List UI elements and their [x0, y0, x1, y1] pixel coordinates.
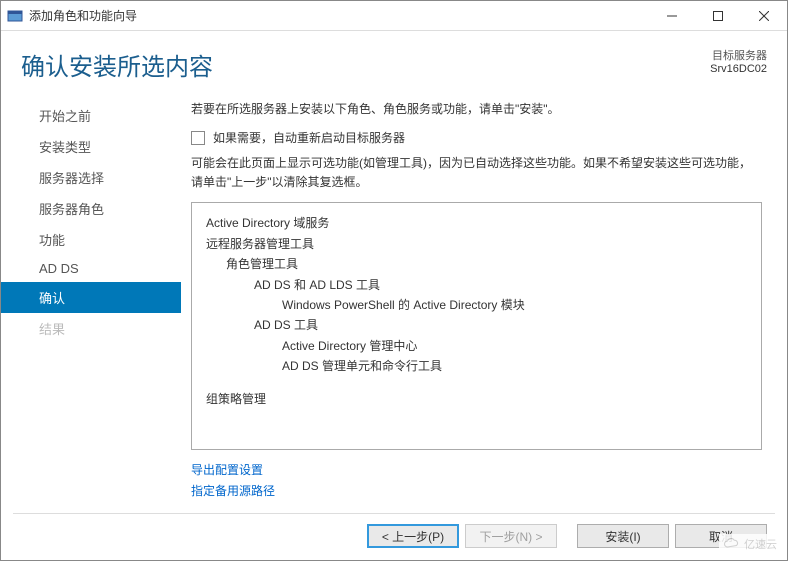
watermark: 亿速云	[719, 534, 781, 554]
install-button[interactable]: 安装(I)	[577, 524, 669, 548]
right-pane: 若要在所选服务器上安装以下角色、角色服务或功能，请单击"安装"。 如果需要，自动…	[181, 90, 787, 501]
feature-item: AD DS 和 AD LDS 工具	[206, 275, 747, 295]
feature-item: 组策略管理	[206, 389, 747, 409]
next-button: 下一步(N) >	[465, 524, 557, 548]
feature-item: Active Directory 管理中心	[206, 336, 747, 356]
page-title: 确认安装所选内容	[21, 47, 767, 82]
wizard-buttons: < 上一步(P) 下一步(N) > 安装(I) 取消	[367, 524, 767, 548]
titlebar: 添加角色和功能向导	[1, 1, 787, 31]
watermark-text: 亿速云	[744, 536, 777, 552]
features-list[interactable]: Active Directory 域服务 远程服务器管理工具 角色管理工具 AD…	[191, 202, 762, 450]
sidebar-item-server-select[interactable]: 服务器选择	[1, 162, 181, 193]
action-links: 导出配置设置 指定备用源路径	[191, 460, 762, 501]
app-icon	[7, 8, 23, 24]
spacer	[206, 377, 747, 389]
export-config-link[interactable]: 导出配置设置	[191, 460, 762, 480]
wizard-sidebar: 开始之前 安装类型 服务器选择 服务器角色 功能 AD DS 确认 结果	[1, 90, 181, 501]
sidebar-item-install-type[interactable]: 安装类型	[1, 131, 181, 162]
minimize-button[interactable]	[649, 1, 695, 31]
feature-item: Windows PowerShell 的 Active Directory 模块	[206, 295, 747, 315]
alt-source-link[interactable]: 指定备用源路径	[191, 481, 762, 501]
main-content: 开始之前 安装类型 服务器选择 服务器角色 功能 AD DS 确认 结果 若要在…	[1, 90, 787, 501]
restart-checkbox-label: 如果需要，自动重新启动目标服务器	[213, 129, 405, 146]
target-server-label: 目标服务器	[710, 47, 767, 63]
target-server-value: Srv16DC02	[710, 63, 767, 75]
sidebar-item-confirm[interactable]: 确认	[1, 282, 181, 313]
feature-item: 远程服务器管理工具	[206, 234, 747, 254]
header: 确认安装所选内容 目标服务器 Srv16DC02	[1, 31, 787, 90]
instruction-text: 若要在所选服务器上安装以下角色、角色服务或功能，请单击"安装"。	[191, 100, 762, 117]
feature-item: Active Directory 域服务	[206, 213, 747, 233]
window-title: 添加角色和功能向导	[29, 7, 649, 24]
sidebar-item-results: 结果	[1, 313, 181, 344]
window-controls	[649, 1, 787, 31]
sidebar-item-features[interactable]: 功能	[1, 224, 181, 255]
previous-button[interactable]: < 上一步(P)	[367, 524, 459, 548]
target-server-info: 目标服务器 Srv16DC02	[710, 47, 767, 75]
cloud-icon	[723, 538, 741, 550]
maximize-button[interactable]	[695, 1, 741, 31]
sidebar-item-ad-ds[interactable]: AD DS	[1, 255, 181, 282]
note-text: 可能会在此页面上显示可选功能(如管理工具)，因为已自动选择这些功能。如果不希望安…	[191, 154, 762, 192]
feature-item: AD DS 管理单元和命令行工具	[206, 356, 747, 376]
feature-item: 角色管理工具	[206, 254, 747, 274]
footer-divider	[13, 513, 775, 514]
sidebar-item-before-begin[interactable]: 开始之前	[1, 100, 181, 131]
checkbox-icon[interactable]	[191, 131, 205, 145]
feature-item: AD DS 工具	[206, 315, 747, 335]
sidebar-item-server-roles[interactable]: 服务器角色	[1, 193, 181, 224]
restart-checkbox-row[interactable]: 如果需要，自动重新启动目标服务器	[191, 129, 762, 146]
close-button[interactable]	[741, 1, 787, 31]
